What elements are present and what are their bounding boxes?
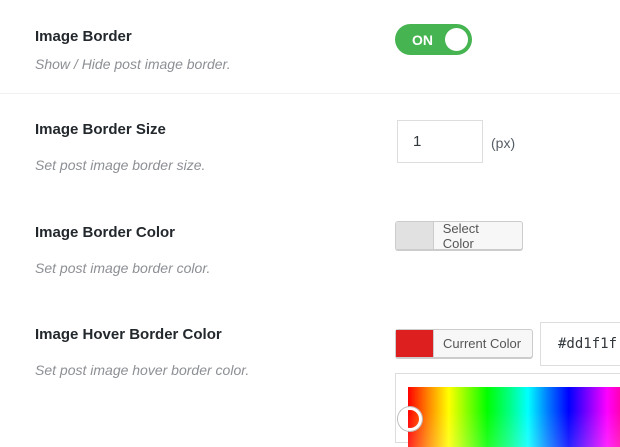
color-picker-panel	[395, 373, 620, 447]
image-hover-border-color-label: Image Hover Border Color	[35, 326, 222, 343]
color-swatch	[396, 222, 434, 249]
image-border-size-desc: Set post image border size.	[35, 157, 206, 173]
current-color-button[interactable]: Current Color	[395, 329, 533, 358]
hue-spectrum[interactable]	[408, 387, 620, 447]
image-border-row	[0, 0, 620, 94]
select-color-button[interactable]: Select Color	[395, 220, 523, 251]
unit-label: (px)	[491, 135, 516, 151]
image-border-color-desc: Set post image border color.	[35, 260, 211, 276]
current-color-swatch	[396, 330, 434, 357]
current-color-label: Current Color	[443, 336, 522, 351]
image-hover-border-color-desc: Set post image hover border color.	[35, 362, 250, 378]
image-border-toggle[interactable]: ON	[395, 24, 472, 55]
toggle-state-text: ON	[412, 32, 433, 48]
image-border-desc: Show / Hide post image border.	[35, 56, 231, 72]
image-border-size-label: Image Border Size	[35, 121, 166, 138]
picker-handle[interactable]	[398, 407, 422, 431]
border-size-input[interactable]: 1	[397, 120, 483, 163]
image-border-label: Image Border	[35, 28, 132, 45]
toggle-knob	[445, 28, 468, 51]
image-border-color-label: Image Border Color	[35, 224, 176, 241]
select-color-label: Select Color	[442, 220, 479, 251]
hex-color-input[interactable]: #dd1f1f	[540, 322, 620, 366]
